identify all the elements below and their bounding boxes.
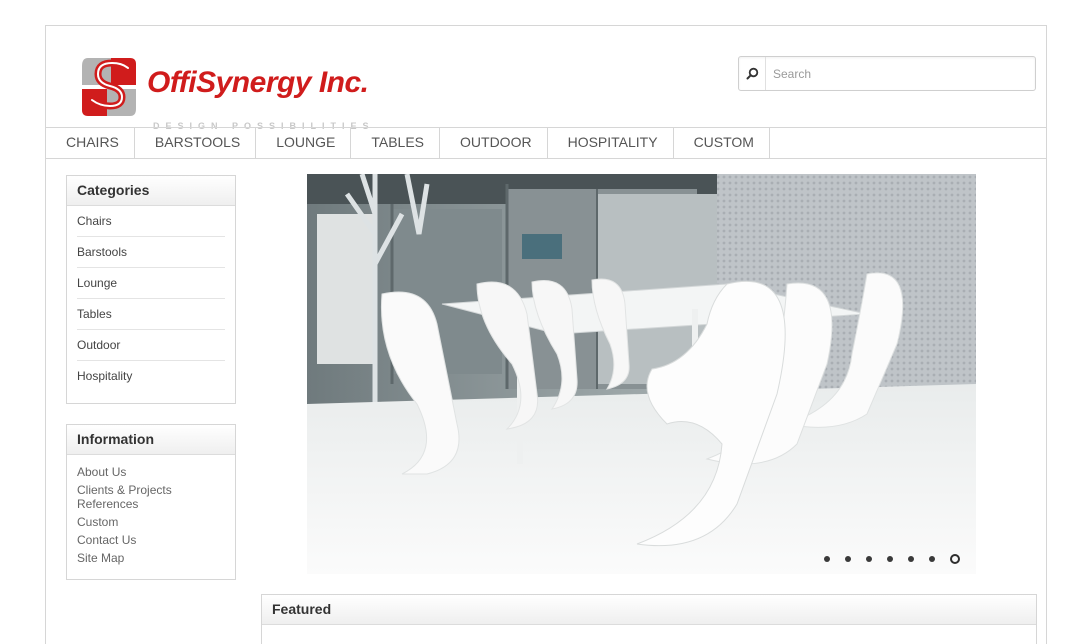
- hero-slideshow[interactable]: [307, 174, 976, 574]
- category-link-hospitality[interactable]: Hospitality: [77, 361, 225, 392]
- nav-item-lounge[interactable]: LOUNGE: [256, 128, 352, 158]
- info-link-clients-projects-label: Clients & Projects: [77, 483, 172, 497]
- featured-title: Featured: [262, 595, 1036, 625]
- site-logo[interactable]: OffiSynergy Inc. DESIGN POSSIBILITIES: [78, 54, 378, 131]
- slide-dot-4[interactable]: [887, 556, 893, 562]
- category-link-outdoor[interactable]: Outdoor: [77, 330, 225, 361]
- information-box: Information About Us Clients & Projects …: [66, 424, 236, 580]
- nav-item-tables[interactable]: TABLES: [351, 128, 441, 158]
- info-link-about-us[interactable]: About Us: [77, 465, 225, 479]
- info-link-references-label: References: [77, 497, 139, 511]
- logo-name: OffiSynergy Inc.: [147, 66, 369, 99]
- main-nav: CHAIRS BARSTOOLS LOUNGE TABLES OUTDOOR H…: [46, 127, 1046, 159]
- slide-dot-6[interactable]: [929, 556, 935, 562]
- slide-dot-7-active[interactable]: [950, 554, 960, 564]
- slide-dot-2[interactable]: [845, 556, 851, 562]
- slide-dot-3[interactable]: [866, 556, 872, 562]
- info-link-custom[interactable]: Custom: [77, 515, 225, 529]
- category-link-lounge[interactable]: Lounge: [77, 268, 225, 299]
- categories-box: Categories Chairs Barstools Lounge Table…: [66, 175, 236, 404]
- categories-list: Chairs Barstools Lounge Tables Outdoor H…: [67, 206, 235, 396]
- logo-mark-icon: [82, 58, 136, 116]
- search-input[interactable]: [767, 57, 1033, 90]
- information-title: Information: [67, 425, 235, 455]
- nav-item-outdoor[interactable]: OUTDOOR: [440, 128, 548, 158]
- nav-item-chairs[interactable]: CHAIRS: [46, 128, 135, 158]
- info-link-clients-projects[interactable]: Clients & Projects References: [77, 483, 225, 511]
- category-link-chairs[interactable]: Chairs: [77, 206, 225, 237]
- info-link-site-map[interactable]: Site Map: [77, 551, 225, 565]
- slide-dot-1[interactable]: [824, 556, 830, 562]
- information-list: About Us Clients & Projects References C…: [67, 455, 235, 575]
- slide-image: [307, 174, 976, 574]
- slide-dot-5[interactable]: [908, 556, 914, 562]
- nav-item-hospitality[interactable]: HOSPITALITY: [548, 128, 674, 158]
- category-link-barstools[interactable]: Barstools: [77, 237, 225, 268]
- search-icon: [746, 67, 758, 80]
- nav-item-barstools[interactable]: BARSTOOLS: [135, 128, 257, 158]
- nav-item-custom[interactable]: CUSTOM: [674, 128, 770, 158]
- featured-box: Featured: [261, 594, 1037, 644]
- category-link-tables[interactable]: Tables: [77, 299, 225, 330]
- page-container: OffiSynergy Inc. DESIGN POSSIBILITIES CH…: [45, 25, 1047, 644]
- info-link-contact-us[interactable]: Contact Us: [77, 533, 225, 547]
- search-button[interactable]: [739, 57, 766, 90]
- search-box: [738, 56, 1036, 91]
- categories-title: Categories: [67, 176, 235, 206]
- slide-pager: [824, 554, 960, 564]
